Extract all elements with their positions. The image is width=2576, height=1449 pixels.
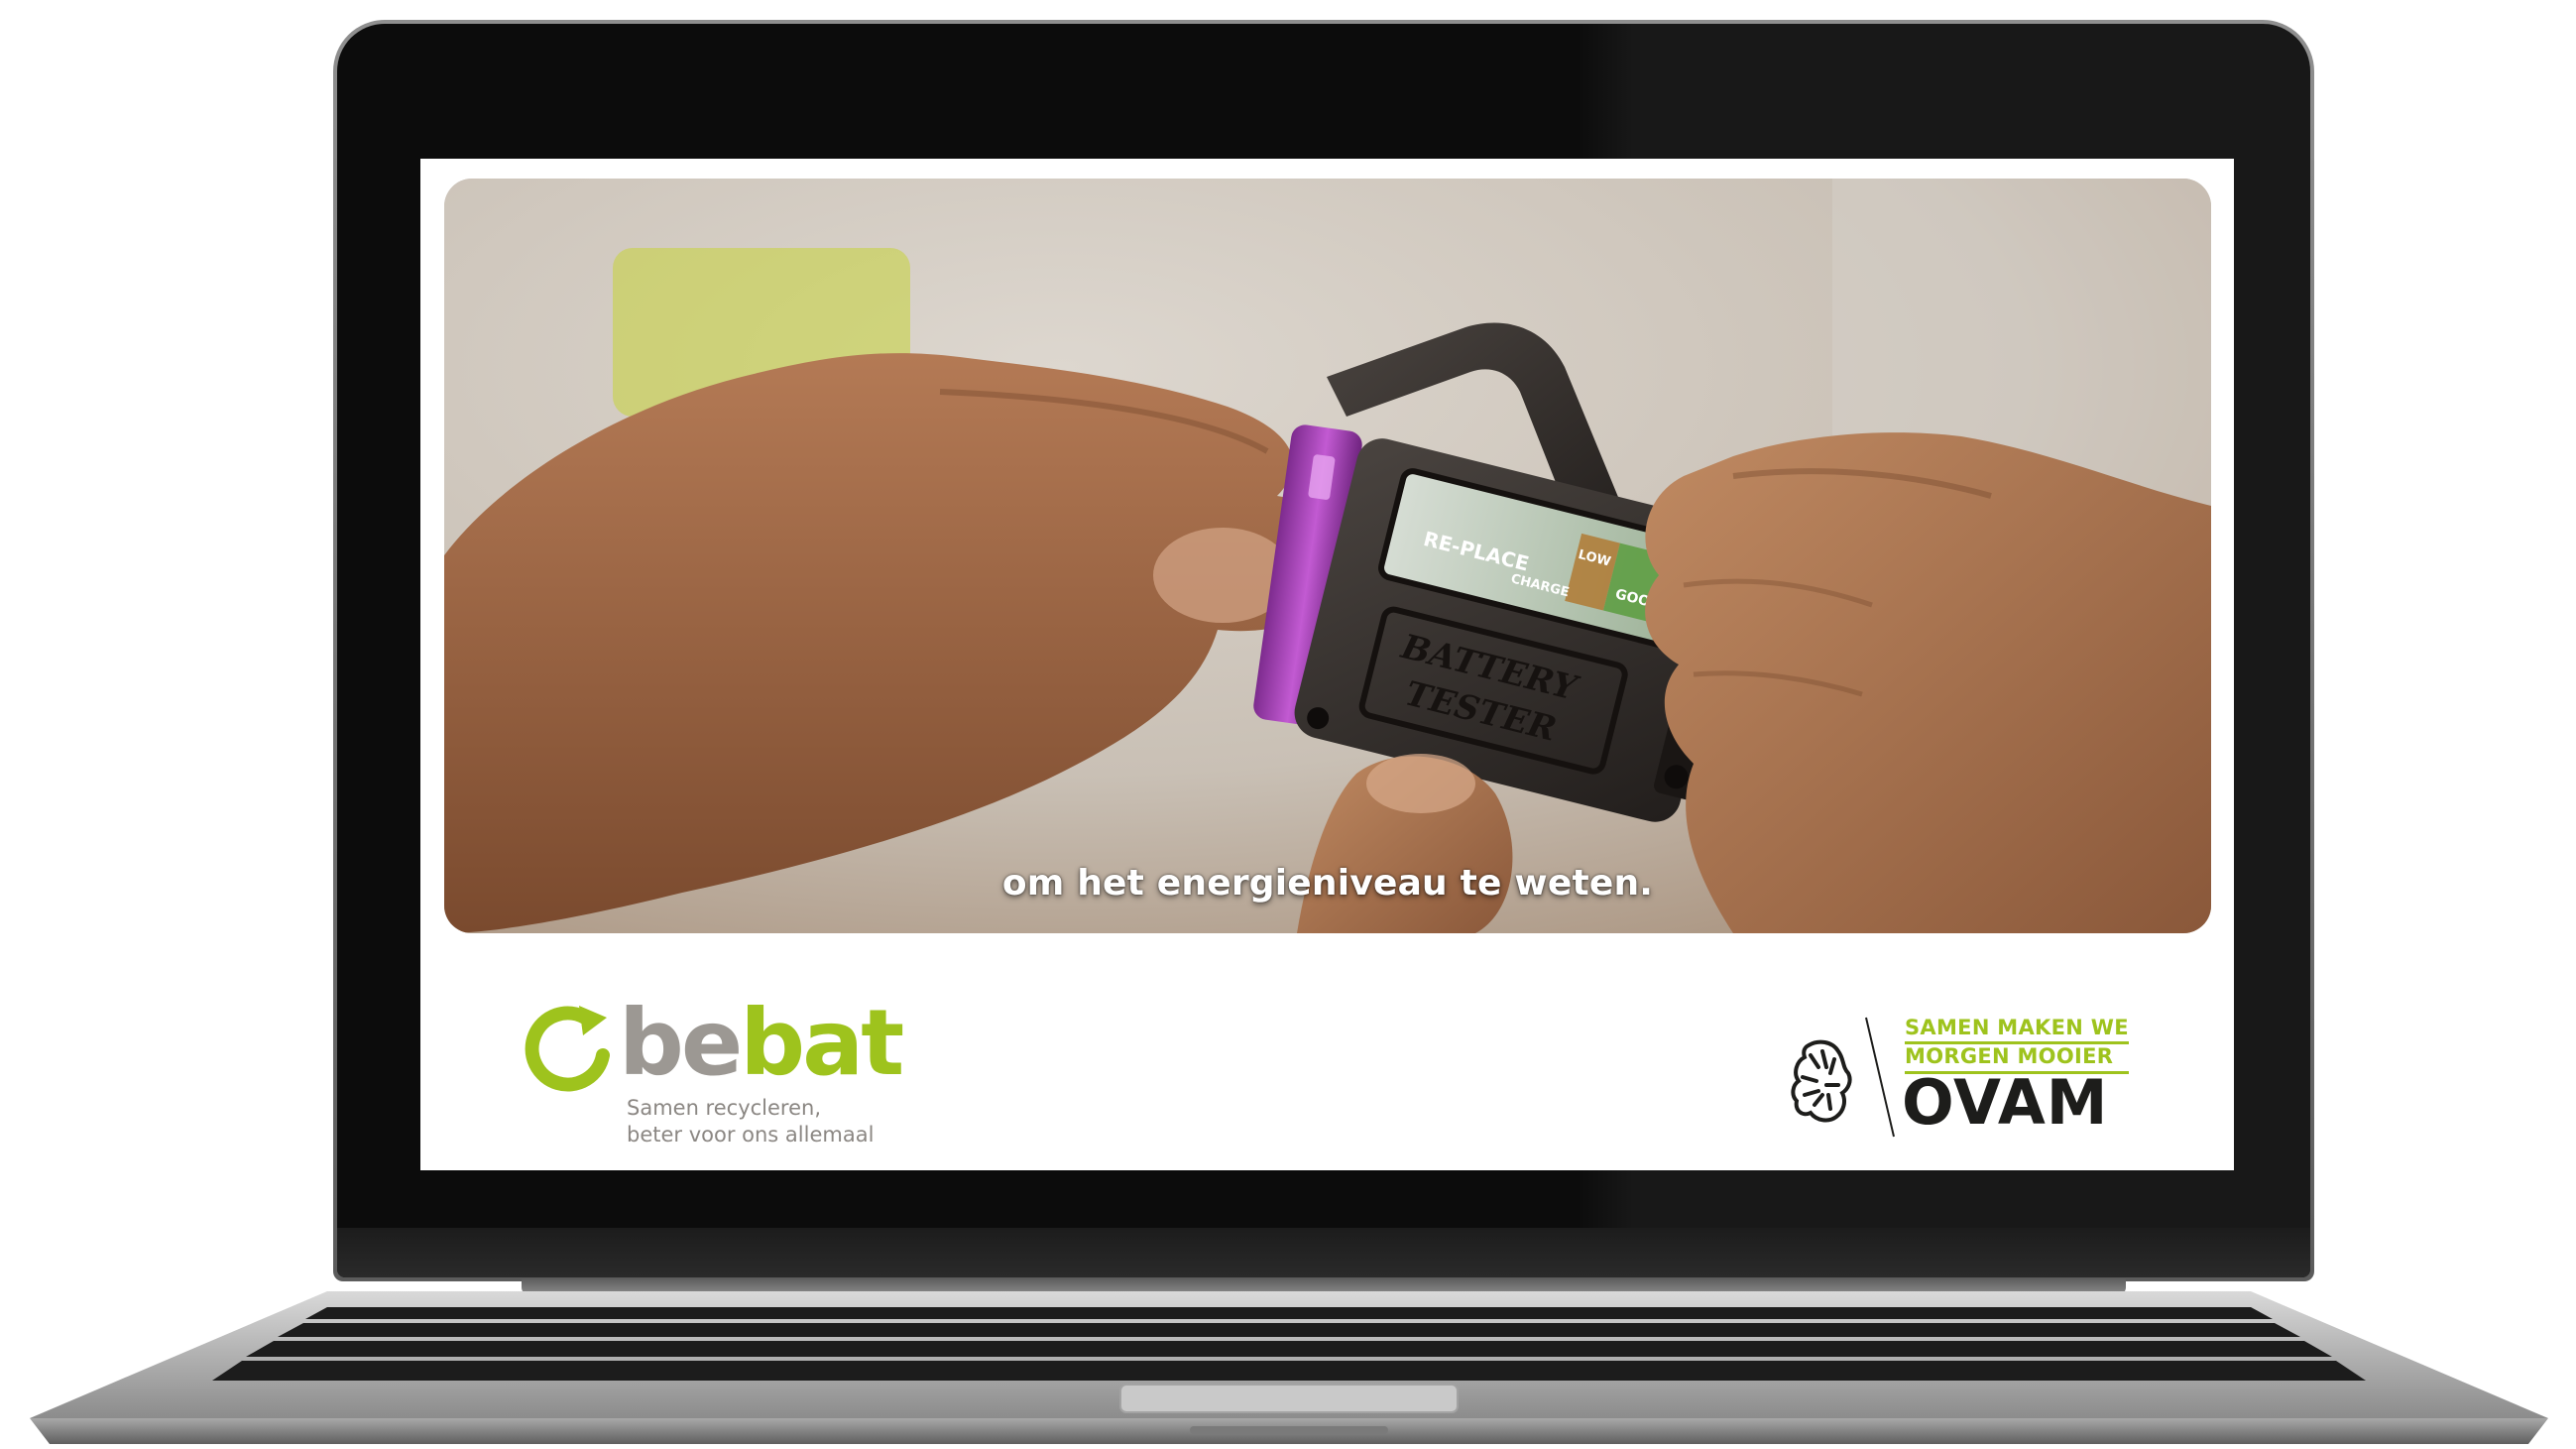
ovam-logo: SAMEN MAKEN WE MORGEN MOOIER OVAM bbox=[1789, 1008, 2129, 1156]
video-subtitle: om het energieniveau te weten. bbox=[1001, 863, 1654, 904]
bebat-wordmark: bebat bbox=[619, 996, 904, 1091]
bebat-word-be: be bbox=[619, 990, 743, 1096]
right-hand bbox=[1645, 432, 2211, 933]
lid-notch bbox=[1190, 1426, 1388, 1434]
ovam-name: OVAM bbox=[1902, 1066, 2109, 1139]
keyboard bbox=[212, 1307, 2366, 1381]
ovam-divider bbox=[1865, 1017, 1895, 1138]
bezel-chin bbox=[337, 1228, 2310, 1277]
laptop-base bbox=[30, 1291, 2548, 1444]
video-frame-illustration: RE-PLACE CHARGE LOW GOOD BATTERY TESTER bbox=[444, 179, 2211, 933]
ovam-slogan-line1: SAMEN MAKEN WE bbox=[1905, 1016, 2129, 1044]
laptop-screen: RE-PLACE CHARGE LOW GOOD BATTERY TESTER bbox=[420, 159, 2234, 1170]
laptop-mockup: RE-PLACE CHARGE LOW GOOD BATTERY TESTER bbox=[0, 0, 2576, 1449]
flemish-lion-icon bbox=[1791, 1039, 1852, 1123]
video-player[interactable]: RE-PLACE CHARGE LOW GOOD BATTERY TESTER bbox=[444, 179, 2211, 933]
trackpad[interactable] bbox=[1119, 1384, 1459, 1413]
laptop-bezel: RE-PLACE CHARGE LOW GOOD BATTERY TESTER bbox=[337, 24, 2310, 1277]
bebat-tagline-line1: Samen recycleren, bbox=[627, 1096, 822, 1120]
recycle-arrow-icon bbox=[525, 1006, 610, 1092]
laptop-lid: RE-PLACE CHARGE LOW GOOD BATTERY TESTER bbox=[333, 20, 2314, 1281]
bebat-tagline: Samen recycleren, beter voor ons allemaa… bbox=[627, 1095, 874, 1148]
bebat-word-bat: bat bbox=[740, 990, 904, 1096]
bebat-logo: bebat Samen recycleren, beter voor ons a… bbox=[524, 994, 920, 1152]
bebat-tagline-line2: beter voor ons allemaal bbox=[627, 1123, 875, 1147]
